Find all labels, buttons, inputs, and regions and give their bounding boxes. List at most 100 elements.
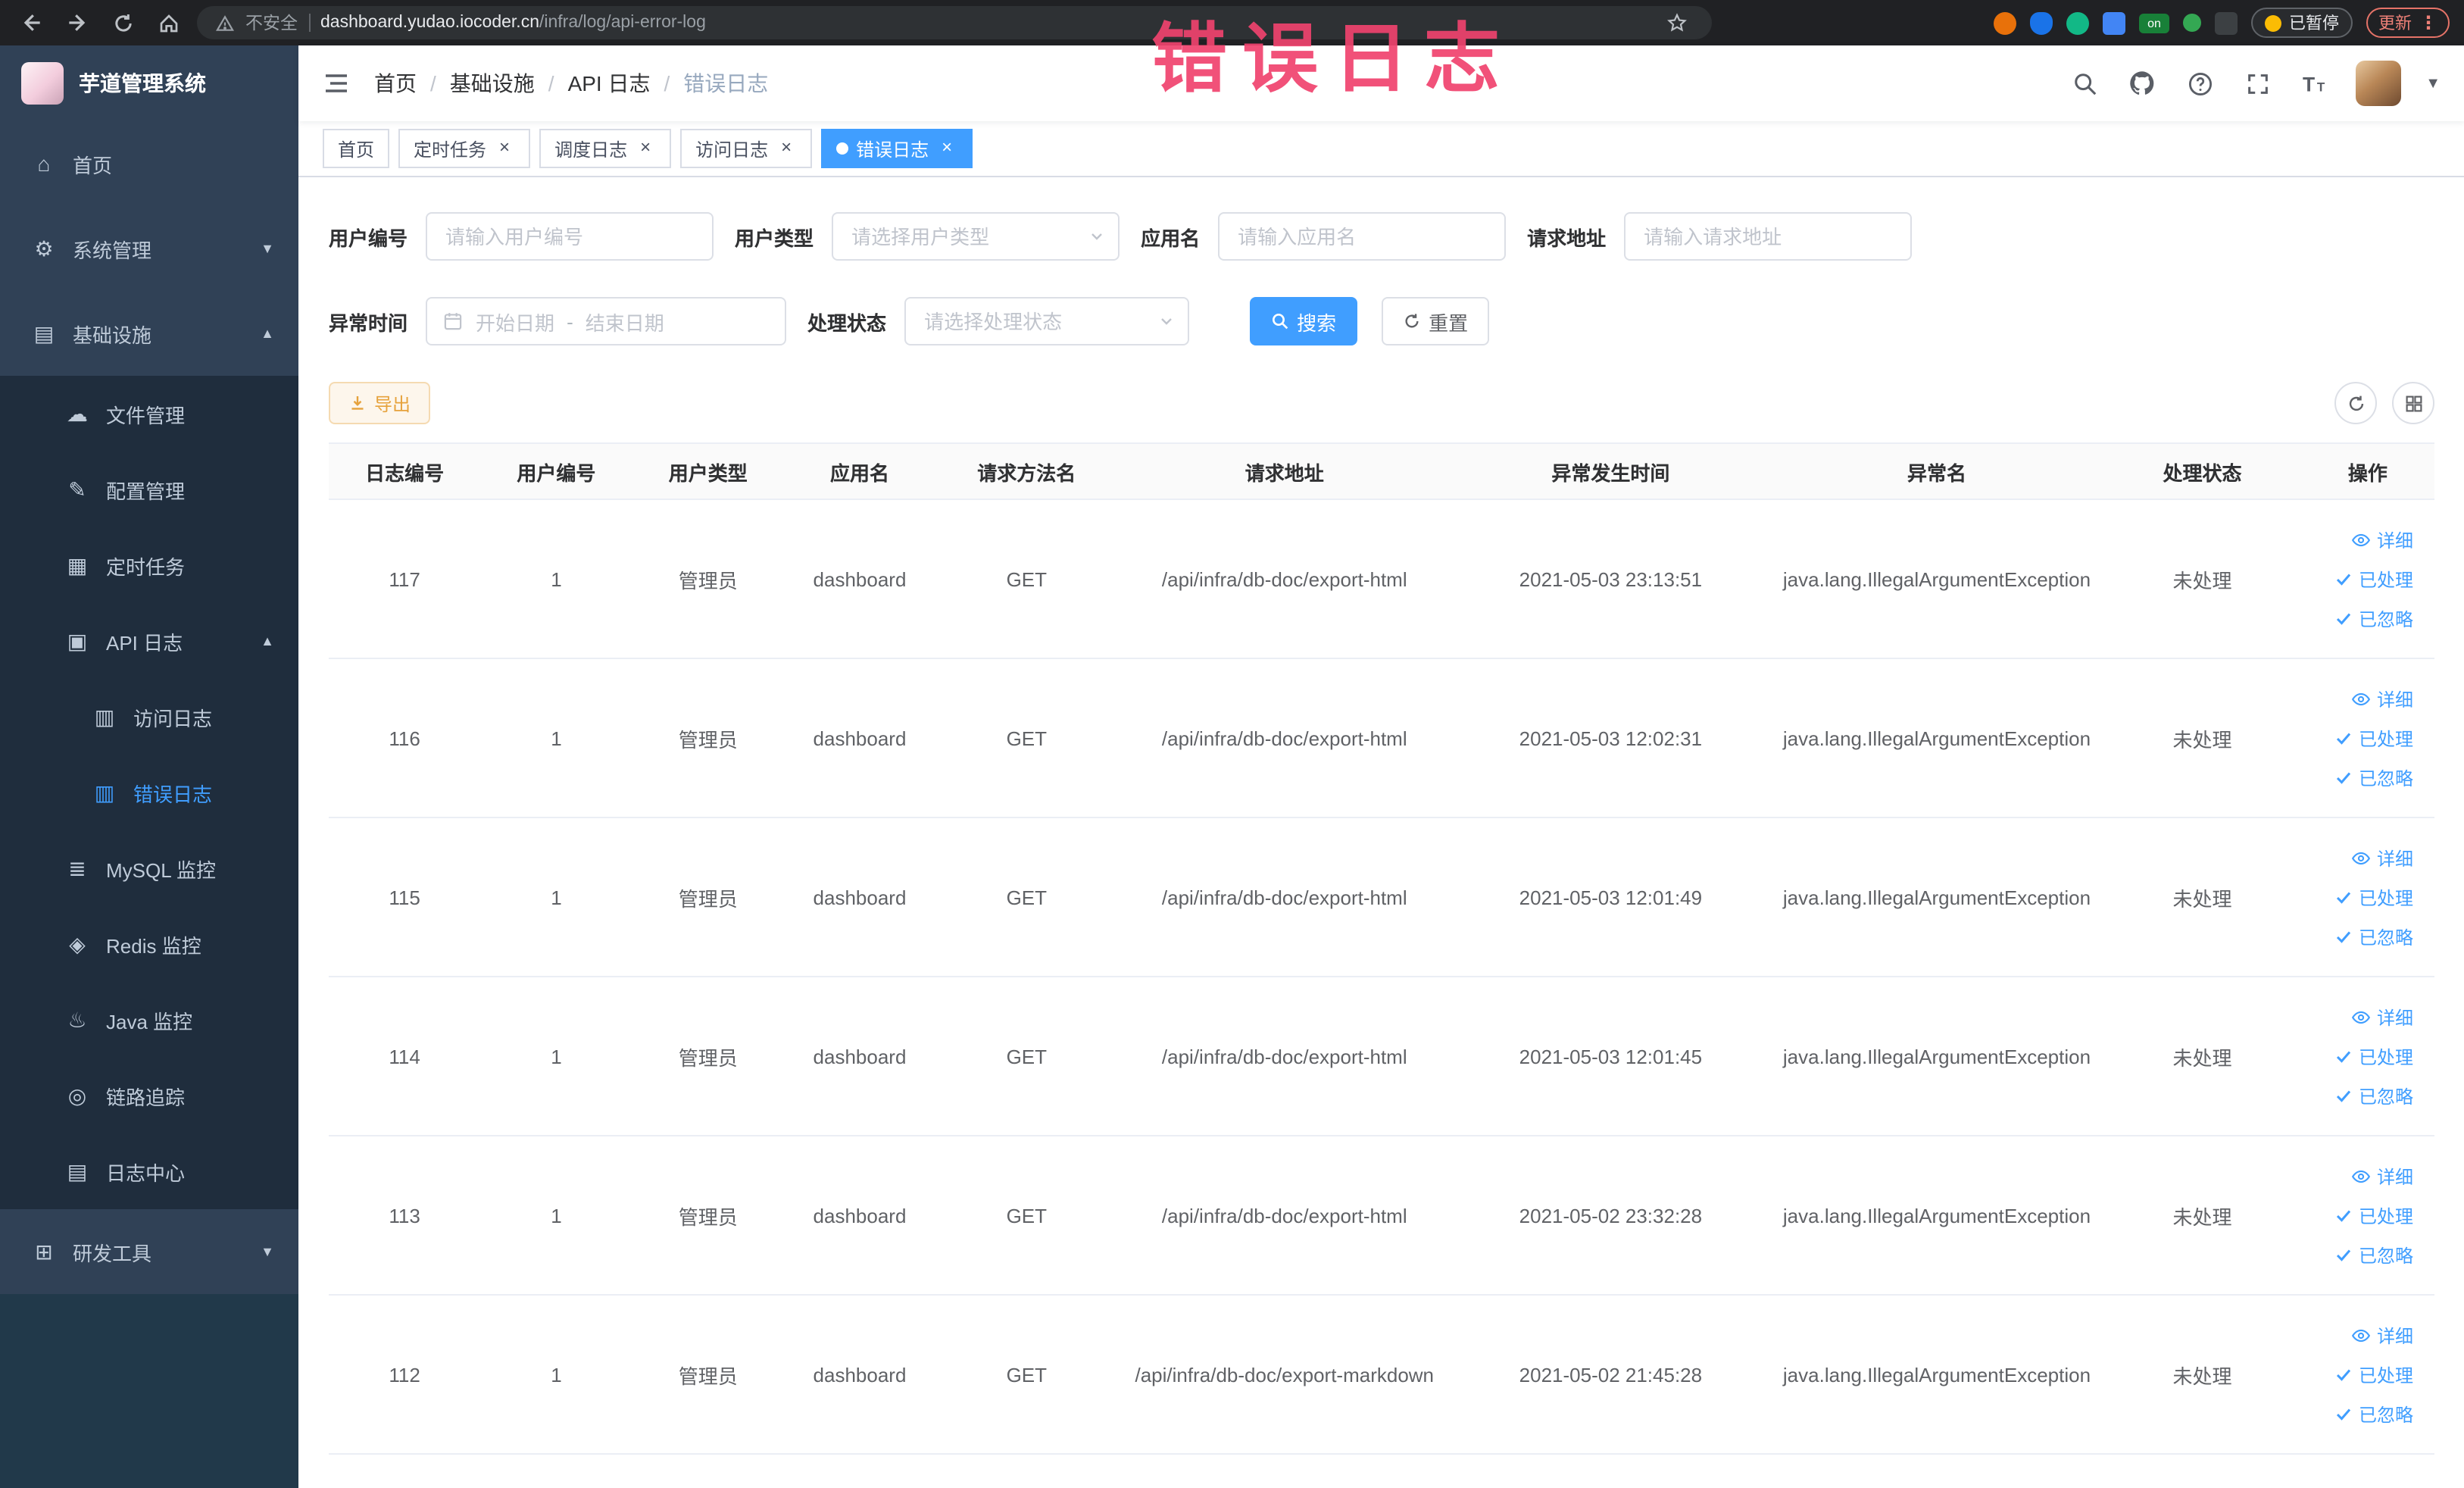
reset-button[interactable]: 重置: [1382, 297, 1490, 345]
process-status-select[interactable]: [904, 297, 1190, 345]
tab-access-log[interactable]: 访问日志 ×: [680, 129, 813, 168]
avatar[interactable]: [2356, 61, 2402, 106]
font-size-icon[interactable]: TT: [2298, 67, 2331, 100]
kebab-menu-icon: ⋮: [2419, 12, 2437, 33]
sidebar-item-error-log[interactable]: ▥ 错误日志: [0, 755, 298, 830]
breadcrumb-item[interactable]: 首页: [374, 68, 417, 98]
sidebar-item-file-management[interactable]: ☁ 文件管理: [0, 376, 298, 452]
action-label: 已处理: [2358, 569, 2413, 590]
export-button[interactable]: 导出: [329, 382, 431, 424]
view-detail-link[interactable]: 详细: [2310, 1315, 2413, 1355]
mark-processed-link[interactable]: 已处理: [2310, 1355, 2413, 1394]
columns-settings-icon[interactable]: [2392, 382, 2434, 424]
view-detail-link[interactable]: 详细: [2310, 520, 2413, 559]
sidebar-item-log-center[interactable]: ▤ 日志中心: [0, 1133, 298, 1209]
breadcrumb-item[interactable]: API 日志: [568, 68, 651, 98]
extension-icon-6[interactable]: [2215, 11, 2238, 34]
mark-processed-link[interactable]: 已处理: [2310, 877, 2413, 917]
mark-ignored-link[interactable]: 已忽略: [2310, 1235, 2413, 1274]
api-log-icon: ▣: [67, 628, 88, 652]
search-button[interactable]: 搜索: [1250, 297, 1358, 345]
refresh-icon[interactable]: [2334, 382, 2377, 424]
cell-user-id: 1: [480, 1136, 632, 1296]
tab-error-log[interactable]: 错误日志 ×: [821, 129, 973, 168]
user-type-select[interactable]: [832, 212, 1120, 261]
reload-icon[interactable]: [106, 6, 139, 39]
hamburger-icon[interactable]: [323, 70, 350, 97]
action-label: 已忽略: [2358, 767, 2413, 789]
view-detail-link[interactable]: 详细: [2310, 838, 2413, 877]
extension-icon-1[interactable]: [1994, 11, 2016, 34]
cell-user-type: 管理员: [632, 817, 784, 977]
sidebar-item-redis-monitor[interactable]: ◈ Redis 监控: [0, 906, 298, 982]
mark-processed-link[interactable]: 已处理: [2310, 1036, 2413, 1076]
doc-icon: ▥: [94, 704, 115, 728]
cell-actions: 详细 已处理 已忽略: [2300, 817, 2434, 977]
tab-close-icon[interactable]: ×: [936, 137, 957, 159]
filter-label: 异常时间: [329, 311, 408, 334]
tab-close-icon[interactable]: ×: [494, 137, 515, 159]
sidebar-item-java-monitor[interactable]: ♨ Java 监控: [0, 982, 298, 1058]
table-tools: [2334, 382, 2434, 424]
action-label: 已忽略: [2358, 1404, 2413, 1425]
sidebar-item-home[interactable]: ⌂ 首页: [0, 121, 298, 206]
mark-ignored-link[interactable]: 已忽略: [2310, 1076, 2413, 1115]
mark-processed-link[interactable]: 已处理: [2310, 718, 2413, 758]
extension-icon-4[interactable]: [2103, 11, 2125, 34]
sidebar-item-access-log[interactable]: ▥ 访问日志: [0, 679, 298, 755]
view-detail-link[interactable]: 详细: [2310, 1156, 2413, 1196]
breadcrumb-item: 错误日志: [683, 71, 769, 95]
forward-icon[interactable]: [61, 6, 94, 39]
mark-ignored-link[interactable]: 已忽略: [2310, 1394, 2413, 1433]
extension-on-badge[interactable]: on: [2139, 13, 2169, 33]
sidebar-item-mysql-monitor[interactable]: ≣ MySQL 监控: [0, 830, 298, 906]
sidebar-item-trace[interactable]: ◎ 链路追踪: [0, 1058, 298, 1133]
sidebar-item-scheduled-jobs[interactable]: ▦ 定时任务: [0, 527, 298, 603]
action-label: 详细: [2376, 689, 2413, 710]
breadcrumb-item[interactable]: 基础设施: [450, 68, 535, 98]
view-detail-link[interactable]: 详细: [2310, 997, 2413, 1036]
page: 不安全 dashboard.yudao.iocoder.cn/infra/log…: [0, 0, 2464, 1488]
chrome-update-chip[interactable]: 更新 ⋮: [2366, 8, 2450, 38]
date-separator: -: [567, 310, 573, 333]
github-icon[interactable]: [2125, 67, 2159, 100]
sidebar-item-label: API 日志: [106, 631, 183, 654]
mark-processed-link[interactable]: 已处理: [2310, 559, 2413, 599]
eye-icon: [2351, 1007, 2371, 1027]
back-icon[interactable]: [15, 6, 48, 39]
tab-scheduled-jobs[interactable]: 定时任务 ×: [398, 129, 531, 168]
help-icon[interactable]: [2183, 67, 2216, 100]
sidebar-item-dev-tools[interactable]: ⊞ 研发工具 ▼: [0, 1209, 298, 1294]
sidebar-item-system-management[interactable]: ⚙ 系统管理 ▼: [0, 206, 298, 291]
request-url-input[interactable]: [1624, 212, 1913, 261]
fullscreen-icon[interactable]: [2241, 67, 2274, 100]
date-range-picker[interactable]: 开始日期 - 结束日期: [426, 297, 787, 345]
app-name-input[interactable]: [1218, 212, 1507, 261]
mark-ignored-link[interactable]: 已忽略: [2310, 758, 2413, 797]
address-bar[interactable]: 不安全 dashboard.yudao.iocoder.cn/infra/log…: [197, 6, 1712, 39]
tab-schedule-log[interactable]: 调度日志 ×: [539, 129, 672, 168]
bookmark-star-icon[interactable]: [1660, 6, 1694, 39]
table-row: 115 1 管理员 dashboard GET/api/infra/db-doc/exp…: [329, 817, 2434, 977]
user-id-input[interactable]: [426, 212, 714, 261]
tab-close-icon[interactable]: ×: [776, 137, 797, 159]
view-detail-link[interactable]: 详细: [2310, 679, 2413, 718]
sidebar-item-infrastructure[interactable]: ▤ 基础设施 ▲: [0, 291, 298, 376]
sidebar-item-api-log[interactable]: ▣ API 日志 ▲: [0, 603, 298, 679]
search-icon[interactable]: [2068, 67, 2101, 100]
mark-processed-link[interactable]: 已处理: [2310, 1196, 2413, 1235]
extension-icon-3[interactable]: [2066, 11, 2089, 34]
caret-down-icon[interactable]: ▼: [2425, 75, 2441, 92]
tab-close-icon[interactable]: ×: [635, 137, 656, 159]
url-domain: dashboard.yudao.iocoder.cn: [320, 14, 539, 32]
mark-ignored-link[interactable]: 已忽略: [2310, 599, 2413, 638]
app-logo[interactable]: 芋道管理系统: [0, 45, 298, 121]
mark-ignored-link[interactable]: 已忽略: [2310, 917, 2413, 956]
cell-status: 未处理: [2103, 1295, 2301, 1455]
extension-icon-5[interactable]: [2183, 14, 2201, 32]
tab-home[interactable]: 首页: [323, 129, 390, 168]
paused-chip[interactable]: 已暂停: [2251, 8, 2353, 38]
extension-icon-2[interactable]: [2030, 11, 2053, 34]
browser-home-icon[interactable]: [151, 6, 185, 39]
sidebar-item-config-management[interactable]: ✎ 配置管理: [0, 452, 298, 527]
